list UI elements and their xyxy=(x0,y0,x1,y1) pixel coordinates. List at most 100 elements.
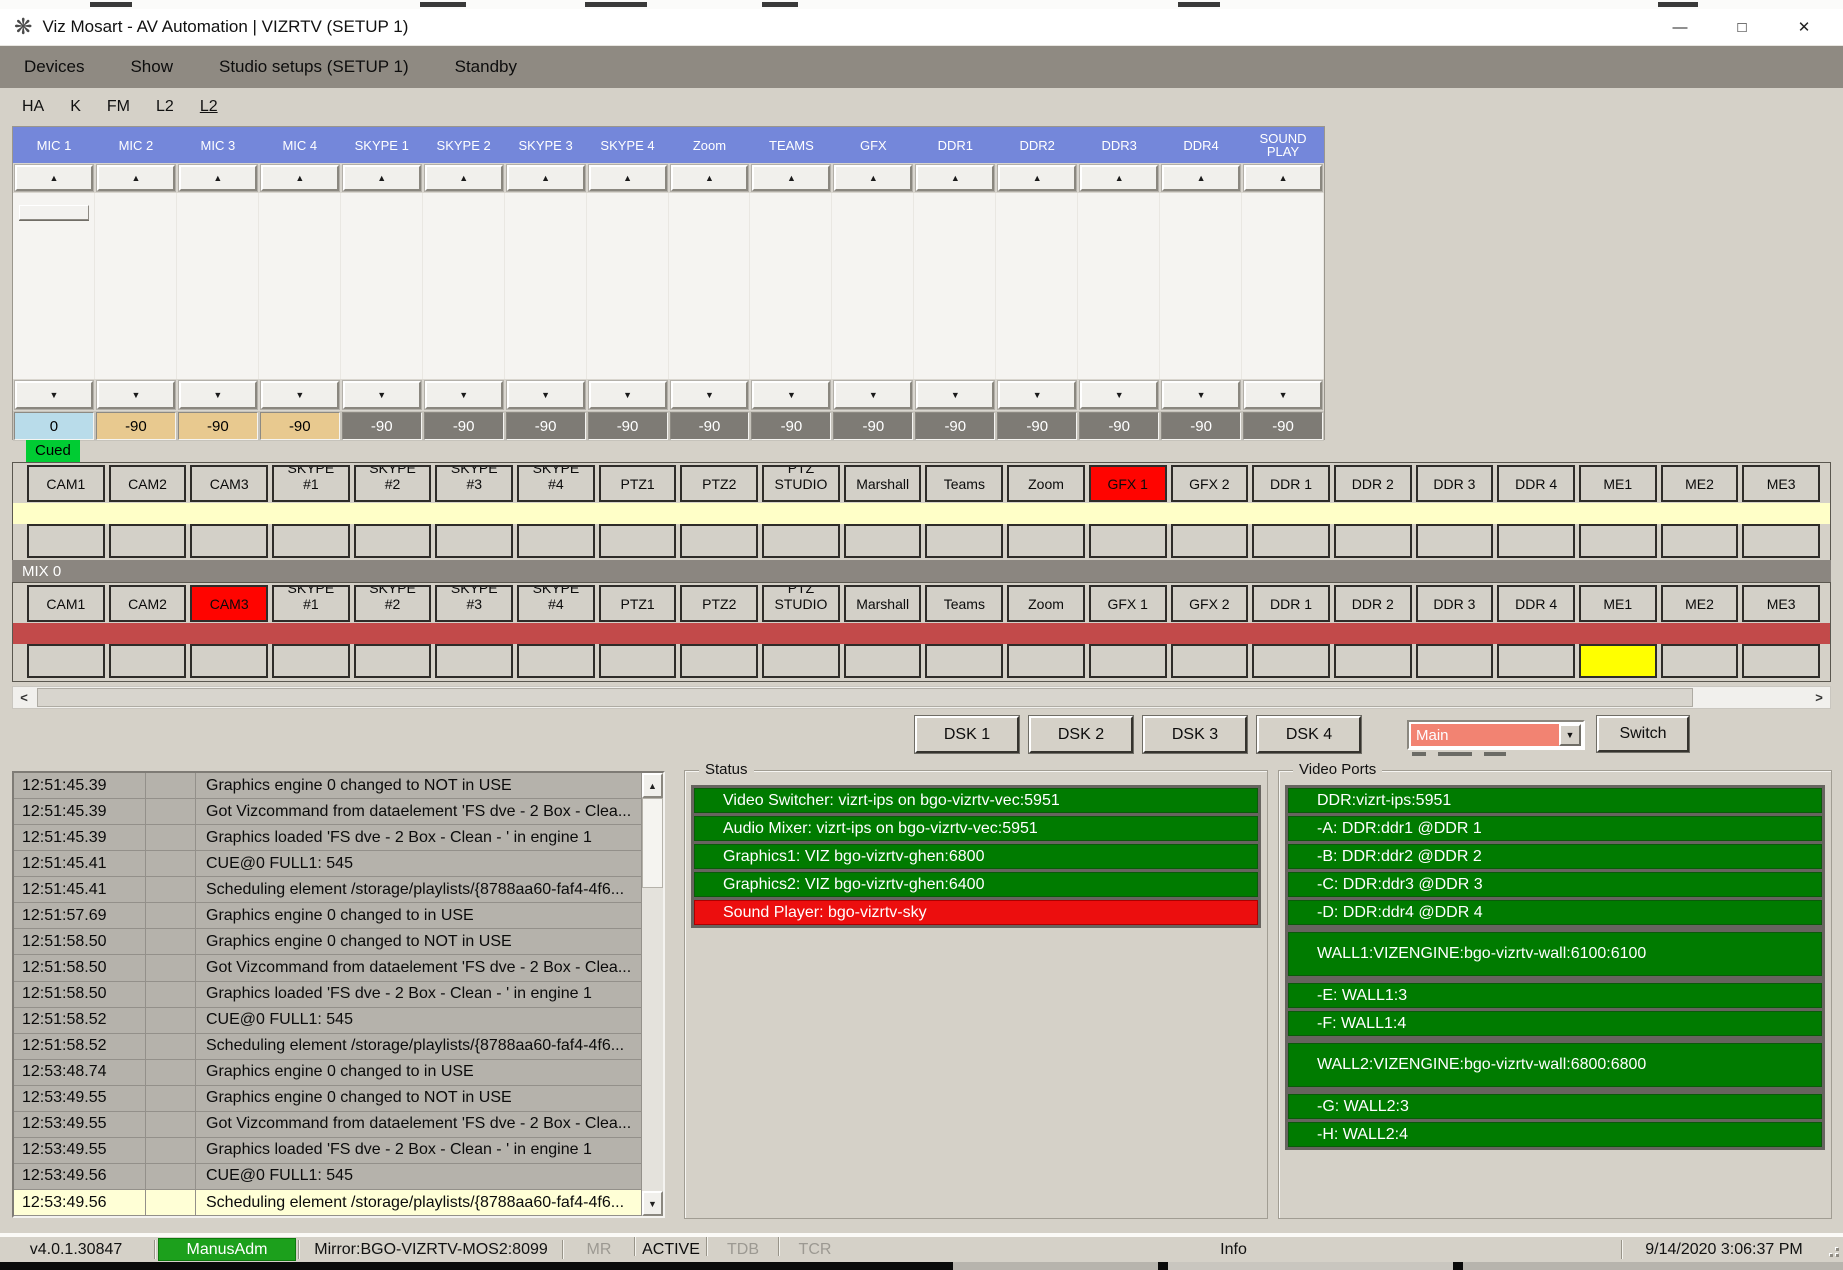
log-row[interactable]: 12:53:49.56Scheduling element /storage/p… xyxy=(14,1190,641,1216)
bus-cell[interactable] xyxy=(925,644,1003,678)
source-button-cam1[interactable]: CAM1 xyxy=(27,465,105,502)
fader-track-ddr2[interactable] xyxy=(996,193,1078,379)
bus-cell[interactable] xyxy=(1416,524,1494,558)
fader-down-button[interactable]: ▼ xyxy=(752,381,830,409)
dsk-button-3[interactable]: DSK 3 xyxy=(1143,716,1247,753)
bus-cell[interactable] xyxy=(1742,644,1820,678)
fader-up-button[interactable]: ▲ xyxy=(752,165,830,191)
fader-track-teams[interactable] xyxy=(750,193,832,379)
bus-cell[interactable] xyxy=(762,524,840,558)
source-button-cam2[interactable]: CAM2 xyxy=(109,465,187,502)
log-scrollbar-thumb[interactable] xyxy=(642,798,663,888)
fader-down-button[interactable]: ▼ xyxy=(1162,381,1240,409)
source-button-ddr-1[interactable]: DDR 1 xyxy=(1252,465,1330,502)
bus-cell[interactable] xyxy=(190,524,268,558)
bus-cell[interactable] xyxy=(1334,644,1412,678)
bus-cell[interactable] xyxy=(1089,524,1167,558)
bus-cell[interactable] xyxy=(272,644,350,678)
source-button-ddr-2[interactable]: DDR 2 xyxy=(1334,465,1412,502)
fader-down-button[interactable]: ▼ xyxy=(97,381,175,409)
fader-up-button[interactable]: ▲ xyxy=(425,165,503,191)
fader-down-button[interactable]: ▼ xyxy=(834,381,912,409)
bus-cell[interactable] xyxy=(680,644,758,678)
fader-down-button[interactable]: ▼ xyxy=(998,381,1076,409)
source-button-me2[interactable]: ME2 xyxy=(1661,465,1739,502)
switch-button[interactable]: Switch xyxy=(1597,716,1689,752)
fader-track-mic-2[interactable] xyxy=(95,193,177,379)
source-button-ptz-studio[interactable]: PTZSTUDIO xyxy=(762,465,840,502)
bus-cell[interactable] xyxy=(27,524,105,558)
source-button-skype-1[interactable]: SKYPE#1 xyxy=(272,585,350,622)
bus-cell[interactable] xyxy=(109,644,187,678)
source-button-skype-4[interactable]: SKYPE#4 xyxy=(517,585,595,622)
source-button-ddr-3[interactable]: DDR 3 xyxy=(1416,585,1494,622)
source-button-me3[interactable]: ME3 xyxy=(1742,465,1820,502)
bus-cell[interactable] xyxy=(27,644,105,678)
quick-tab-l2-4[interactable]: L2 xyxy=(200,98,218,116)
fader-handle[interactable] xyxy=(19,205,89,220)
source-button-zoom[interactable]: Zoom xyxy=(1007,585,1085,622)
log-row[interactable]: 12:51:58.50Graphics engine 0 changed to … xyxy=(14,929,641,955)
fader-down-button[interactable]: ▼ xyxy=(1244,381,1322,409)
close-button[interactable]: ✕ xyxy=(1773,9,1835,45)
source-button-ddr-1[interactable]: DDR 1 xyxy=(1252,585,1330,622)
source-button-ptz1[interactable]: PTZ1 xyxy=(599,585,677,622)
source-button-gfx-2[interactable]: GFX 2 xyxy=(1171,585,1249,622)
bus-cell[interactable] xyxy=(517,644,595,678)
fader-track-skype-1[interactable] xyxy=(341,193,423,379)
bus-cell[interactable] xyxy=(1334,524,1412,558)
source-button-me2[interactable]: ME2 xyxy=(1661,585,1739,622)
quick-tab-fm-2[interactable]: FM xyxy=(107,98,130,116)
scroll-down-icon[interactable]: ▼ xyxy=(642,1191,663,1216)
bus-cell[interactable] xyxy=(1579,524,1657,558)
resize-grip[interactable] xyxy=(1823,1241,1841,1259)
dsk-button-4[interactable]: DSK 4 xyxy=(1257,716,1361,753)
bus-cell[interactable] xyxy=(1171,644,1249,678)
fader-track-zoom[interactable] xyxy=(669,193,751,379)
fader-up-button[interactable]: ▲ xyxy=(1162,165,1240,191)
fader-track-ddr1[interactable] xyxy=(914,193,996,379)
horizontal-scrollbar-thumb[interactable] xyxy=(37,688,1693,707)
log-row[interactable]: 12:51:45.41Scheduling element /storage/p… xyxy=(14,877,641,903)
source-button-ptz2[interactable]: PTZ2 xyxy=(680,585,758,622)
log-row[interactable]: 12:51:57.69Graphics engine 0 changed to … xyxy=(14,903,641,929)
bus-cell[interactable] xyxy=(1661,524,1739,558)
log-row[interactable]: 12:51:45.41CUE@0 FULL1: 545 xyxy=(14,851,641,877)
bus-cell[interactable] xyxy=(1497,524,1575,558)
source-button-cam1[interactable]: CAM1 xyxy=(27,585,105,622)
fader-track-skype-4[interactable] xyxy=(587,193,669,379)
bus-cell[interactable] xyxy=(762,644,840,678)
source-button-gfx-1[interactable]: GFX 1 xyxy=(1089,585,1167,622)
source-button-marshall[interactable]: Marshall xyxy=(844,465,922,502)
source-button-skype-2[interactable]: SKYPE#2 xyxy=(354,585,432,622)
source-button-skype-3[interactable]: SKYPE#3 xyxy=(435,465,513,502)
source-button-me3[interactable]: ME3 xyxy=(1742,585,1820,622)
bus-cell[interactable] xyxy=(599,524,677,558)
source-button-skype-1[interactable]: SKYPE#1 xyxy=(272,465,350,502)
bus-cell[interactable] xyxy=(1579,644,1657,678)
log-row[interactable]: 12:51:58.50Graphics loaded 'FS dve - 2 B… xyxy=(14,982,641,1008)
fader-down-button[interactable]: ▼ xyxy=(343,381,421,409)
log-row[interactable]: 12:51:58.52CUE@0 FULL1: 545 xyxy=(14,1008,641,1034)
fader-up-button[interactable]: ▲ xyxy=(671,165,749,191)
fader-track-mic-4[interactable] xyxy=(259,193,341,379)
source-button-teams[interactable]: Teams xyxy=(925,465,1003,502)
log-row[interactable]: 12:51:45.39Graphics loaded 'FS dve - 2 B… xyxy=(14,825,641,851)
log-scrollbar[interactable]: ▲ ▼ xyxy=(641,773,663,1216)
bus-cell[interactable] xyxy=(517,524,595,558)
source-button-cam3[interactable]: CAM3 xyxy=(190,465,268,502)
source-button-skype-3[interactable]: SKYPE#3 xyxy=(435,585,513,622)
fader-up-button[interactable]: ▲ xyxy=(507,165,585,191)
bus-cell[interactable] xyxy=(1252,524,1330,558)
quick-tab-l2-3[interactable]: L2 xyxy=(156,98,174,116)
source-button-skype-2[interactable]: SKYPE#2 xyxy=(354,465,432,502)
bus-cell[interactable] xyxy=(190,644,268,678)
quick-tab-k-1[interactable]: K xyxy=(70,98,81,116)
source-button-ddr-3[interactable]: DDR 3 xyxy=(1416,465,1494,502)
dsk-button-2[interactable]: DSK 2 xyxy=(1029,716,1133,753)
fader-track-mic-1[interactable] xyxy=(13,193,95,379)
fader-down-button[interactable]: ▼ xyxy=(425,381,503,409)
source-button-ptz2[interactable]: PTZ2 xyxy=(680,465,758,502)
menu-item-show[interactable]: Show xyxy=(130,57,173,77)
fader-up-button[interactable]: ▲ xyxy=(834,165,912,191)
